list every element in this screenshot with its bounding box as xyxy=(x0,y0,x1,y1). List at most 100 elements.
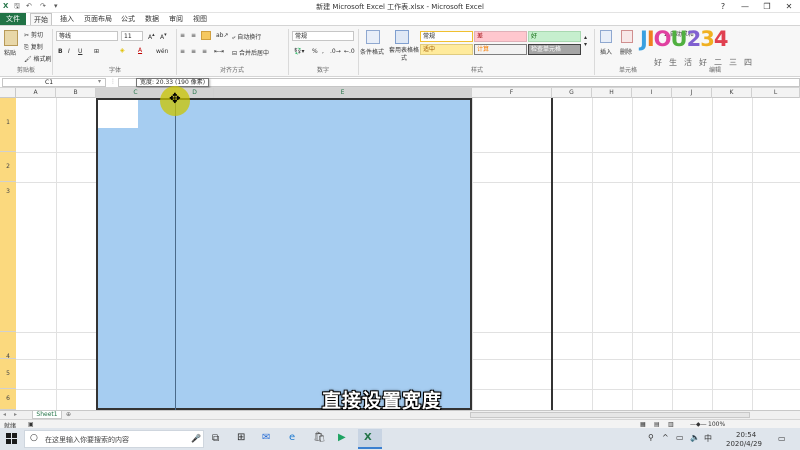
style-bad[interactable]: 差 xyxy=(474,31,527,42)
restore-button[interactable]: ❐ xyxy=(756,1,778,12)
network-icon[interactable]: ▭ xyxy=(676,433,684,442)
comma-icon[interactable]: , xyxy=(322,48,324,55)
volume-icon[interactable]: 🔈 xyxy=(690,433,700,442)
column-header-l[interactable]: L xyxy=(752,88,800,98)
name-box[interactable]: C1 xyxy=(2,78,106,87)
normal-view-icon[interactable]: ▦ xyxy=(640,421,646,428)
delete-cells-button[interactable]: 删除 xyxy=(620,47,632,56)
font-size-select[interactable]: 11 xyxy=(121,31,143,41)
help-button[interactable]: ? xyxy=(712,1,734,12)
align-right-icon[interactable]: ≡ xyxy=(202,48,207,55)
number-format-select[interactable]: 常规 xyxy=(292,31,354,41)
people-icon[interactable]: ⚲ xyxy=(648,433,654,442)
tab-formulas[interactable]: 公式 xyxy=(118,13,138,25)
edge-browser-icon[interactable]: e xyxy=(289,432,295,443)
wrap-text-button[interactable]: ⤶ 自动换行 xyxy=(232,32,261,42)
row-header-5[interactable]: 5 xyxy=(0,359,16,389)
windows-start-icon[interactable] xyxy=(6,433,18,445)
align-bottom-icon[interactable] xyxy=(201,31,211,40)
orientation-icon[interactable]: ab↗ xyxy=(216,32,229,39)
style-good[interactable]: 好 xyxy=(528,31,581,42)
macro-record-icon[interactable]: ▣ xyxy=(28,421,34,428)
style-calculation[interactable]: 计算 xyxy=(474,44,527,55)
active-cell-c1[interactable] xyxy=(98,100,138,128)
format-painter-button[interactable]: 🖌 格式刷 xyxy=(24,54,52,63)
column-header-a[interactable]: A xyxy=(16,88,56,98)
row-header-4[interactable]: 4 xyxy=(0,332,16,360)
close-button[interactable]: ✕ xyxy=(778,1,800,12)
zoom-slider[interactable]: —◆— xyxy=(690,421,707,428)
page-layout-view-icon[interactable]: ▤ xyxy=(654,421,660,428)
microphone-icon[interactable]: 🎤 xyxy=(191,434,201,443)
increase-decimal-icon[interactable]: .0→ xyxy=(330,48,341,55)
style-normal[interactable]: 常规 xyxy=(420,31,473,42)
style-check-cell[interactable]: 检查单元格 xyxy=(528,44,581,55)
tab-page-layout[interactable]: 页面布局 xyxy=(82,13,114,25)
sheet-scroll-left-icon[interactable]: ◂ xyxy=(3,411,6,418)
media-player-icon[interactable]: ▶ xyxy=(338,432,346,443)
cut-button[interactable]: ✂ 剪切 xyxy=(24,30,43,39)
store-icon[interactable]: 🛍 xyxy=(313,432,326,443)
task-view-icon[interactable]: ⧉ xyxy=(212,433,219,444)
font-grow-icon[interactable]: A▴ xyxy=(148,32,155,41)
insert-cells-icon[interactable] xyxy=(600,30,612,43)
notifications-icon[interactable]: ▭ xyxy=(778,434,786,443)
taskbar-excel-button[interactable]: X xyxy=(358,429,382,449)
tray-expand-icon[interactable]: ^ xyxy=(662,433,669,442)
row-header-3[interactable]: 3 xyxy=(0,182,16,332)
tab-home[interactable]: 开始 xyxy=(30,13,52,25)
minimize-button[interactable]: — xyxy=(734,1,756,12)
column-header-h[interactable]: H xyxy=(592,88,632,98)
tab-data[interactable]: 数据 xyxy=(142,13,162,25)
align-middle-icon[interactable]: ≡ xyxy=(191,32,196,39)
bold-icon[interactable]: B xyxy=(58,48,63,55)
ime-icon[interactable]: 中 xyxy=(704,433,712,444)
column-header-j[interactable]: J xyxy=(672,88,712,98)
zoom-level[interactable]: 100% xyxy=(708,421,725,428)
selected-range[interactable] xyxy=(96,98,472,410)
styles-scroll-icon[interactable]: ▴ ▾ xyxy=(584,34,587,48)
align-left-icon[interactable]: ≡ xyxy=(180,48,185,55)
formula-input[interactable] xyxy=(118,78,800,87)
font-color-icon[interactable]: A xyxy=(138,47,142,54)
mail-icon[interactable]: ✉ xyxy=(262,432,270,443)
font-name-select[interactable]: 等线 xyxy=(56,31,118,41)
clock-date[interactable]: 2020/4/29 xyxy=(726,440,762,448)
row-header-1[interactable]: 1 xyxy=(0,98,16,152)
paste-icon[interactable] xyxy=(4,30,18,46)
border-icon[interactable]: ⊞ xyxy=(94,48,99,55)
select-all-corner[interactable] xyxy=(0,88,16,98)
column-header-b[interactable]: B xyxy=(56,88,96,98)
tab-file[interactable]: 文件 xyxy=(0,13,26,25)
tab-insert[interactable]: 插入 xyxy=(56,13,78,25)
row-header-6[interactable]: 6 xyxy=(0,389,16,410)
add-sheet-icon[interactable]: ⊕ xyxy=(66,411,71,418)
style-neutral[interactable]: 适中 xyxy=(420,44,473,55)
font-shrink-icon[interactable]: A▾ xyxy=(160,32,167,41)
conditional-format-icon[interactable] xyxy=(366,30,380,44)
paste-button[interactable]: 粘贴 xyxy=(4,48,16,57)
row-header-2[interactable]: 2 xyxy=(0,152,16,182)
clock-time[interactable]: 20:54 xyxy=(736,431,756,439)
column-header-f[interactable]: F xyxy=(472,88,552,98)
table-format-button[interactable]: 套用表格格式 xyxy=(389,47,419,63)
page-break-view-icon[interactable]: ▥ xyxy=(668,421,674,428)
column-header-e[interactable]: E xyxy=(214,88,472,98)
align-top-icon[interactable]: ≡ xyxy=(180,32,185,39)
sheet-tab-sheet1[interactable]: Sheet1 xyxy=(32,411,62,419)
column-header-i[interactable]: I xyxy=(632,88,672,98)
table-format-icon[interactable] xyxy=(395,30,409,44)
fill-color-icon[interactable]: ◈ xyxy=(120,47,125,54)
worksheet-grid[interactable] xyxy=(16,98,800,410)
column-header-k[interactable]: K xyxy=(712,88,752,98)
horizontal-scrollbar[interactable] xyxy=(470,412,750,418)
column-header-g[interactable]: G xyxy=(552,88,592,98)
tab-view[interactable]: 视图 xyxy=(190,13,210,25)
italic-icon[interactable]: I xyxy=(68,48,70,55)
sheet-scroll-right-icon[interactable]: ▸ xyxy=(14,411,17,418)
taskbar-app-1-icon[interactable]: ⊞ xyxy=(237,432,245,443)
tab-review[interactable]: 审阅 xyxy=(166,13,186,25)
underline-icon[interactable]: U xyxy=(78,48,82,55)
align-center-icon[interactable]: ≡ xyxy=(191,48,196,55)
conditional-format-button[interactable]: 条件格式 xyxy=(360,47,384,56)
